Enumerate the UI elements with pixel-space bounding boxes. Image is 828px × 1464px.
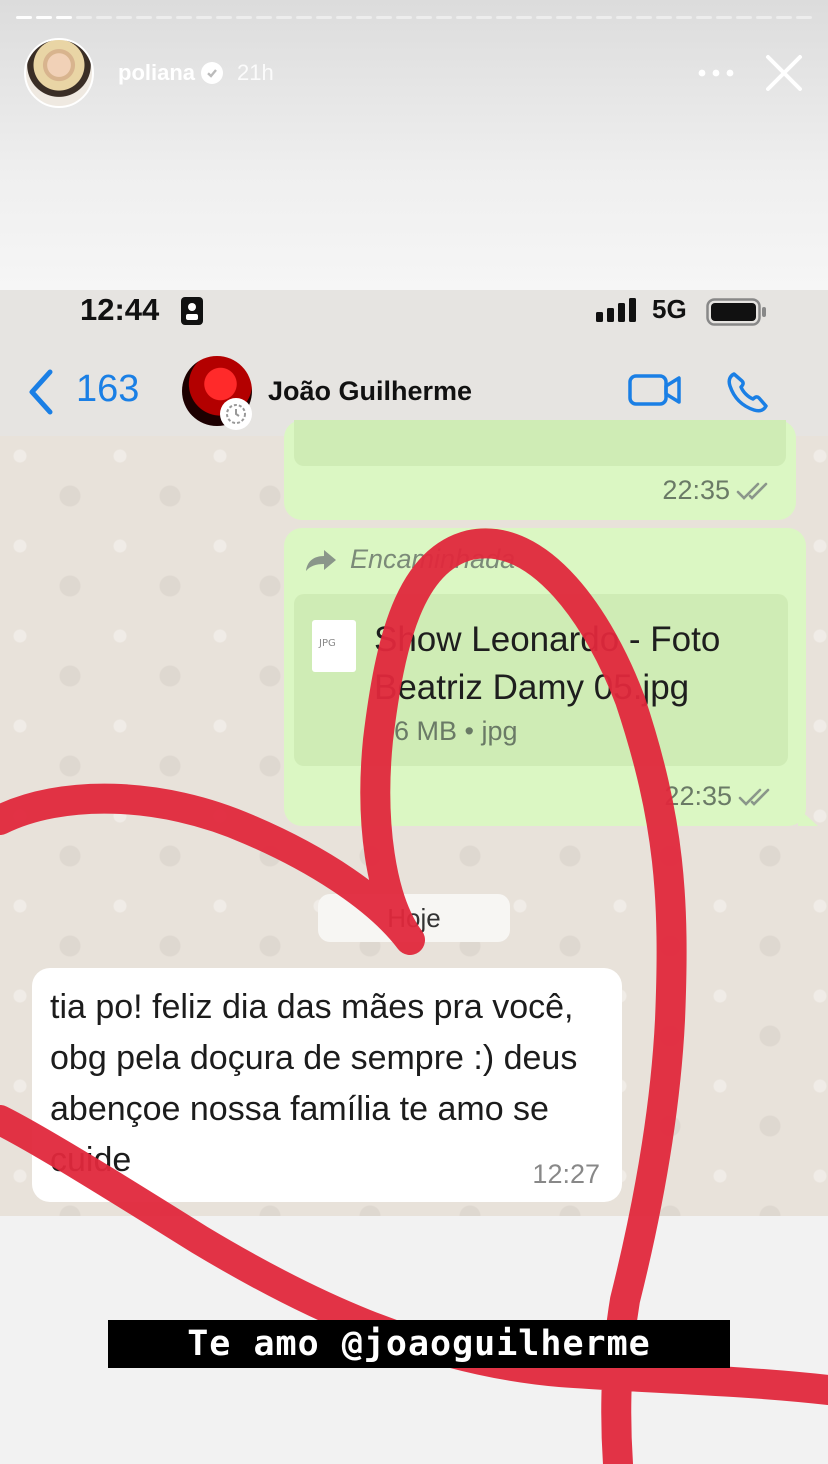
story-progress-segment bbox=[556, 16, 572, 19]
status-clock: 12:44 bbox=[80, 292, 160, 327]
story-progress-segment bbox=[336, 16, 352, 19]
story-progress-segment bbox=[656, 16, 672, 19]
contact-name[interactable]: João Guilherme bbox=[268, 376, 472, 407]
story-progress-segment bbox=[436, 16, 452, 19]
message-text: tia po! feliz dia das mães pra você, obg… bbox=[50, 988, 578, 1179]
story-progress-segment bbox=[236, 16, 252, 19]
more-options-icon[interactable] bbox=[696, 53, 736, 93]
story-progress-segment bbox=[616, 16, 632, 19]
forward-arrow-icon bbox=[306, 549, 336, 571]
message-meta: 22:35 bbox=[664, 781, 776, 812]
incoming-message[interactable]: tia po! feliz dia das mães pra você, obg… bbox=[32, 968, 622, 1202]
contact-card-icon bbox=[180, 296, 204, 331]
story-progress-segment bbox=[256, 16, 272, 19]
story-progress-segment bbox=[476, 16, 492, 19]
story-progress-segment bbox=[636, 16, 652, 19]
story-progress-segment bbox=[576, 16, 592, 19]
story-progress-segment bbox=[216, 16, 232, 19]
bubble-tail bbox=[798, 808, 818, 826]
story-progress-segment bbox=[796, 16, 812, 19]
story-viewer: poliana 21h 12:44 5G 163 João Guilherme … bbox=[0, 0, 828, 1464]
back-chevron-icon[interactable] bbox=[24, 366, 58, 423]
message-meta: 22:35 bbox=[662, 475, 774, 506]
caption-text: Te amo @joaoguilherme bbox=[187, 1324, 651, 1364]
story-progress-segment bbox=[176, 16, 192, 19]
story-user-avatar[interactable] bbox=[24, 38, 94, 108]
story-progress-segment bbox=[376, 16, 392, 19]
story-progress-segment bbox=[716, 16, 732, 19]
forwarded-text: Encaminhada bbox=[350, 544, 516, 574]
story-progress-segment bbox=[56, 16, 72, 19]
story-progress-segment bbox=[136, 16, 152, 19]
story-progress-segment bbox=[116, 16, 132, 19]
read-receipt-icon bbox=[738, 788, 770, 806]
caption-sticker[interactable]: Te amo @joaoguilherme bbox=[108, 1320, 730, 1368]
file-name: Show Leonardo - Foto Beatriz Damy 05.jpg bbox=[374, 620, 721, 707]
signal-icon bbox=[596, 298, 640, 327]
story-progress-segment bbox=[736, 16, 752, 19]
ios-status-bar: 12:44 5G bbox=[0, 288, 828, 334]
story-header: poliana 21h bbox=[24, 38, 808, 108]
story-time-ago: 21h bbox=[237, 60, 274, 85]
file-attachment[interactable]: JPG Show Leonardo - Foto Beatriz Damy 05… bbox=[294, 594, 788, 766]
jpg-file-icon: JPG bbox=[312, 620, 356, 672]
story-progress-segment bbox=[696, 16, 712, 19]
story-progress-segment bbox=[16, 16, 32, 19]
story-progress-segment bbox=[36, 16, 52, 19]
read-receipt-icon bbox=[736, 482, 768, 500]
story-progress-segment bbox=[296, 16, 312, 19]
story-progress-segment bbox=[316, 16, 332, 19]
story-progress-segment bbox=[76, 16, 92, 19]
disappearing-timer-icon bbox=[220, 398, 252, 430]
battery-icon bbox=[706, 298, 768, 331]
story-progress-segment bbox=[96, 16, 112, 19]
forwarded-label: Encaminhada bbox=[304, 544, 515, 575]
voice-call-icon[interactable] bbox=[726, 370, 770, 419]
date-separator: Hoje bbox=[318, 894, 510, 942]
story-username[interactable]: poliana bbox=[118, 60, 195, 86]
message-time: 22:35 bbox=[662, 475, 730, 505]
story-progress-segment bbox=[456, 16, 472, 19]
message-time: 12:27 bbox=[532, 1159, 600, 1189]
story-progress-segment bbox=[276, 16, 292, 19]
verified-badge-icon bbox=[201, 62, 224, 84]
story-progress-segment bbox=[756, 16, 772, 19]
story-progress-segment bbox=[496, 16, 512, 19]
story-progress-segment bbox=[536, 16, 552, 19]
story-progress-segment bbox=[416, 16, 432, 19]
video-call-icon[interactable] bbox=[628, 372, 682, 413]
outgoing-forwarded-message[interactable]: Encaminhada JPG Show Leonardo - Foto Bea… bbox=[284, 528, 818, 826]
story-progress-segment bbox=[516, 16, 532, 19]
story-progress-segment bbox=[396, 16, 412, 19]
close-icon[interactable] bbox=[760, 49, 808, 97]
story-progress-segment bbox=[356, 16, 372, 19]
file-type-badge: JPG bbox=[319, 638, 336, 649]
chat-header: 163 João Guilherme bbox=[0, 352, 828, 436]
unread-chats-count[interactable]: 163 bbox=[76, 368, 139, 411]
message-time: 22:35 bbox=[664, 781, 732, 811]
story-progress-segment bbox=[156, 16, 172, 19]
file-meta: 6 MB • jpg bbox=[394, 716, 518, 746]
story-progress-segment bbox=[596, 16, 612, 19]
story-progress-segment bbox=[676, 16, 692, 19]
story-progress-segment bbox=[196, 16, 212, 19]
network-type: 5G bbox=[652, 294, 687, 324]
story-progress-segment bbox=[776, 16, 792, 19]
story-progress-bar bbox=[16, 16, 812, 20]
